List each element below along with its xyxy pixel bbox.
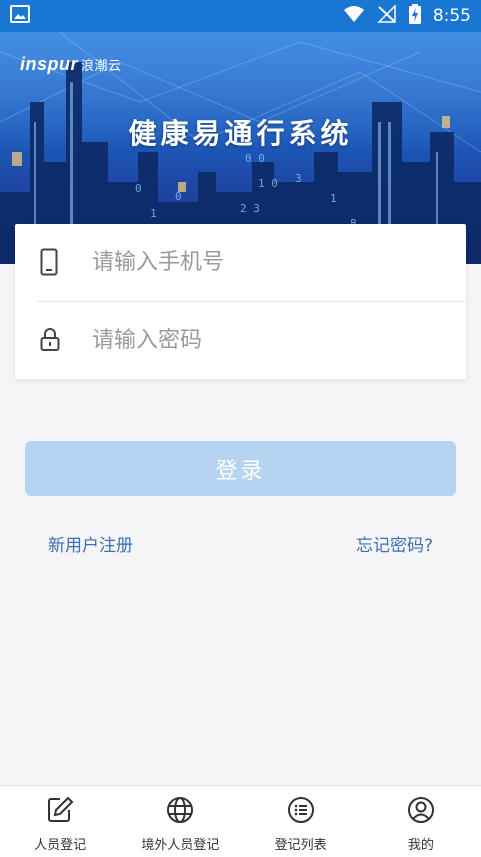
svg-text:2 3: 2 3 [240,202,260,215]
password-input[interactable] [90,326,434,354]
svg-text:1: 1 [150,207,157,220]
globe-icon [166,796,194,828]
login-button[interactable]: 登录 [25,441,456,496]
svg-text:1 0: 1 0 [258,177,278,190]
wifi-icon [343,5,365,28]
bottom-navigation: 人员登记 境外人员登记 登记列表 我的 [0,785,481,857]
login-form-card [15,224,466,379]
user-icon [407,796,435,828]
phone-icon [40,248,90,276]
tab-person-register[interactable]: 人员登记 [0,786,120,857]
status-time: 8:55 [432,6,471,26]
list-icon [287,796,315,828]
lock-icon [40,328,90,352]
battery-charging-icon [408,3,421,29]
no-signal-icon [377,3,397,28]
register-link[interactable]: 新用户注册 [48,531,133,556]
svg-text:0 0: 0 0 [245,152,265,165]
phone-input[interactable] [90,248,434,276]
brand-logo: inspur 浪潮云 [20,54,122,74]
forgot-password-link[interactable]: 忘记密码? [356,531,433,556]
edit-icon [46,796,74,828]
phone-field-row [15,224,466,300]
svg-text:3: 3 [295,172,302,185]
status-bar: 8:55 [0,0,481,32]
image-notification-icon [10,5,30,27]
password-field-row [15,302,466,378]
svg-text:1: 1 [330,192,337,205]
tab-overseas-register[interactable]: 境外人员登记 [120,786,240,857]
app-title: 健康易通行系统 [128,117,353,150]
svg-text:0: 0 [135,182,142,195]
tab-mine[interactable]: 我的 [361,786,481,857]
tab-register-list[interactable]: 登记列表 [241,786,361,857]
svg-text:0: 0 [175,190,182,203]
